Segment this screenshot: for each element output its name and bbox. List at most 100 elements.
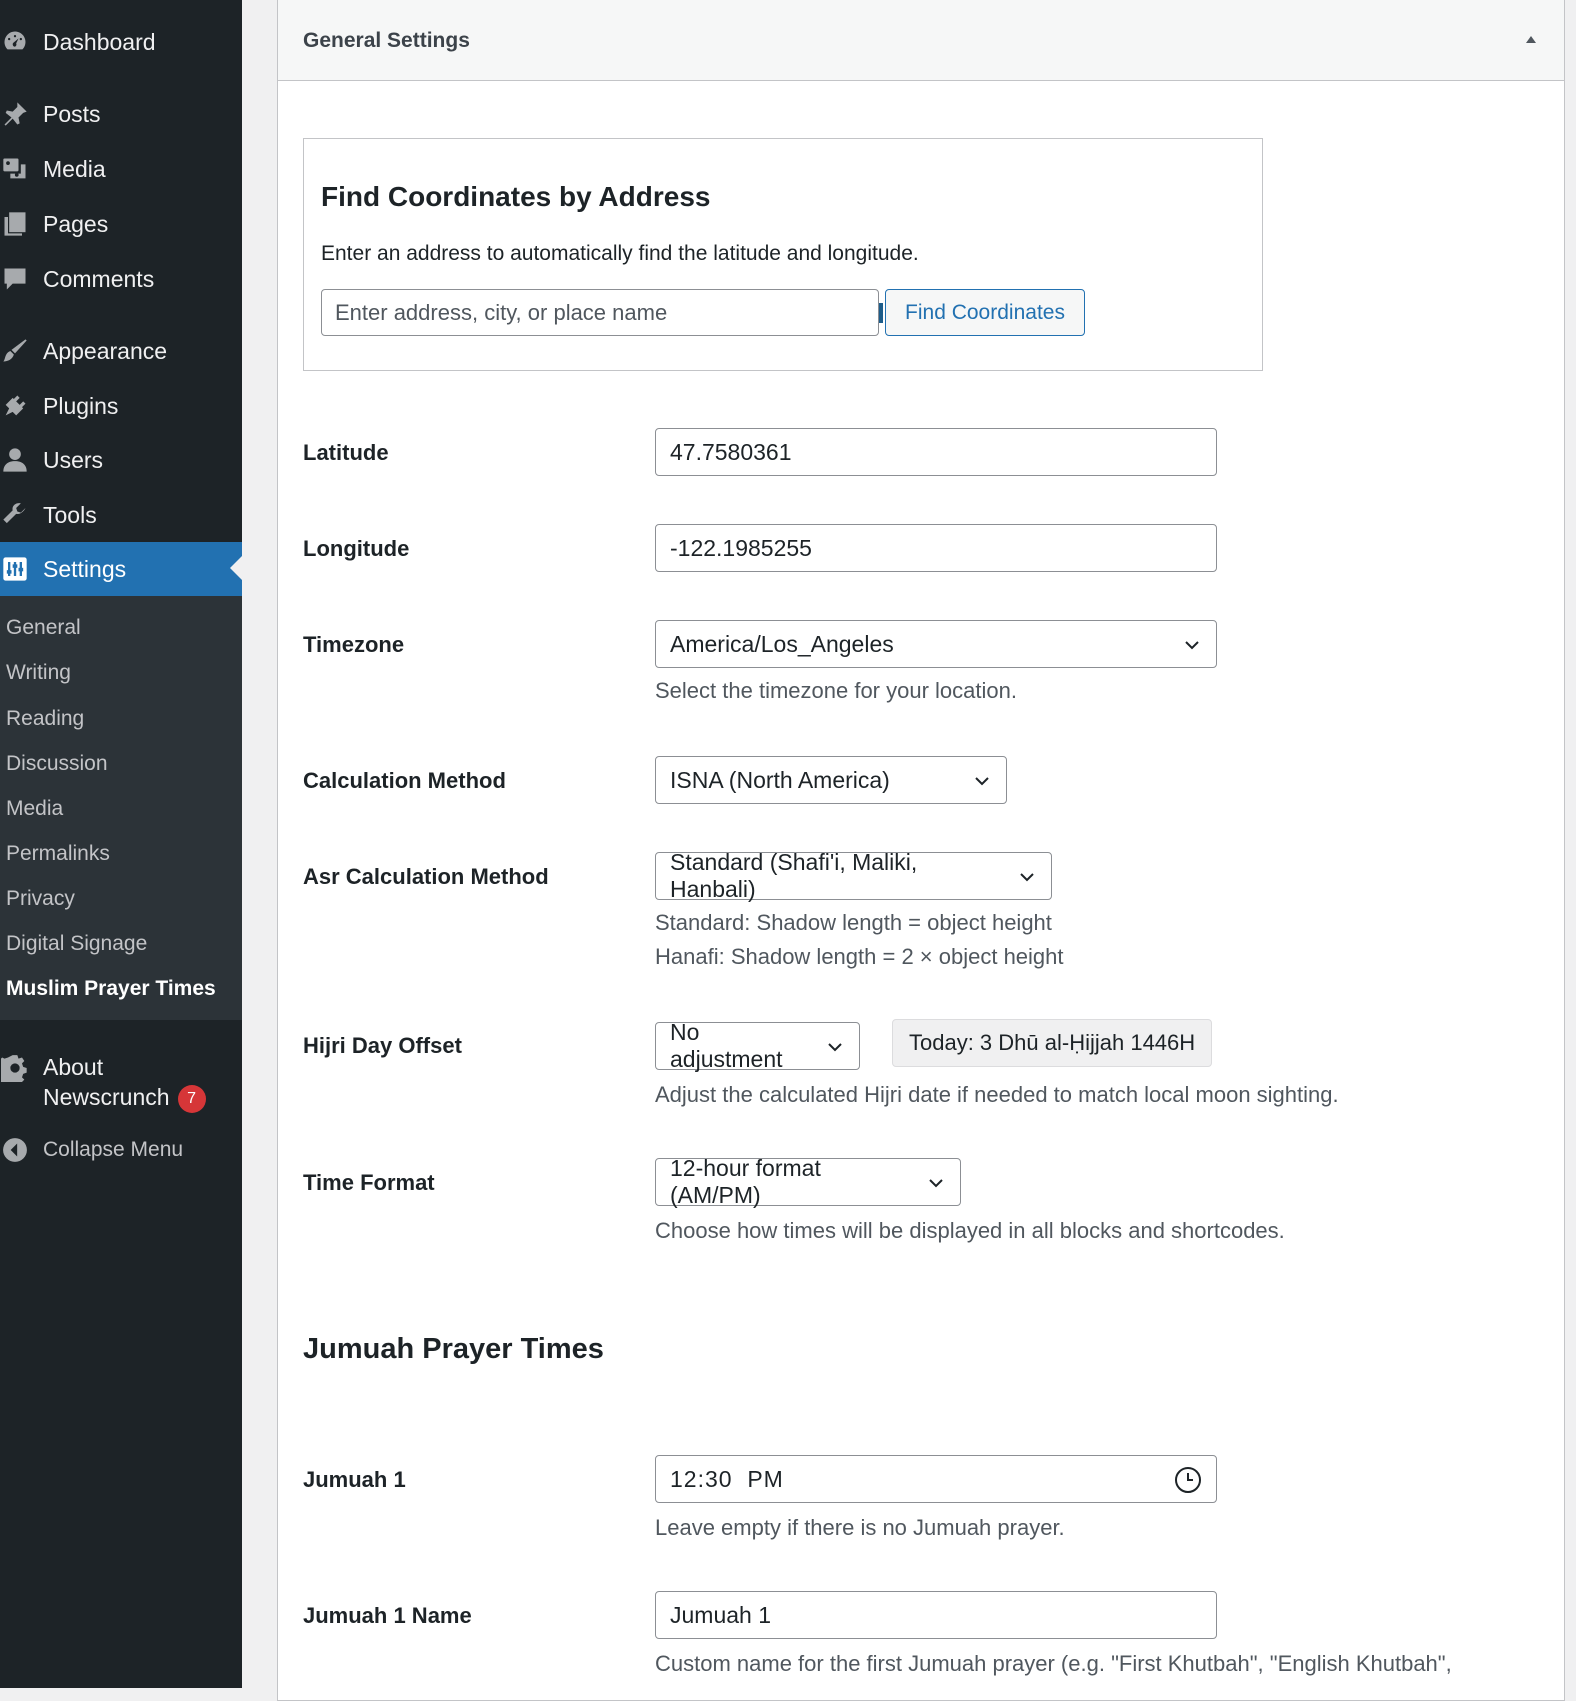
collapse-arrow-icon: [0, 1135, 30, 1165]
menu-appearance[interactable]: Appearance: [0, 325, 242, 377]
time-format-description: Choose how times will be displayed in al…: [655, 1218, 1285, 1243]
jumuah-section-heading: Jumuah Prayer Times: [303, 1333, 604, 1365]
jumuah-1-name-description: Custom name for the first Jumuah prayer …: [655, 1651, 1452, 1676]
collapse-label: Collapse Menu: [43, 1138, 184, 1161]
jumuah-1-time-input[interactable]: 12:30 PM: [655, 1455, 1217, 1503]
asr-description-standard: Standard: Shadow length = object height: [655, 910, 1052, 935]
hijri-offset-description: Adjust the calculated Hijri date if need…: [655, 1082, 1339, 1107]
calculation-method-value: ISNA (North America): [670, 766, 890, 793]
menu-plugins[interactable]: Plugins: [0, 380, 242, 432]
address-input[interactable]: [321, 289, 879, 336]
chevron-down-icon: [828, 1043, 842, 1052]
chevron-down-icon: [1020, 873, 1034, 882]
calculation-method-select[interactable]: ISNA (North America): [655, 756, 1007, 804]
menu-pages[interactable]: Pages: [0, 198, 242, 250]
find-coordinates-box: Find Coordinates by Address Enter an add…: [303, 138, 1263, 371]
menu-users[interactable]: Users: [0, 434, 242, 486]
menu-posts[interactable]: Posts: [0, 88, 242, 140]
longitude-input[interactable]: -122.1985255: [655, 524, 1217, 572]
menu-tools[interactable]: Tools: [0, 489, 242, 541]
update-count-badge: 7: [177, 1084, 206, 1113]
asr-method-label: Asr Calculation Method: [303, 864, 549, 889]
menu-label: Appearance: [43, 337, 168, 364]
find-coordinates-button[interactable]: Find Coordinates: [885, 289, 1085, 336]
jumuah-1-name-input[interactable]: Jumuah 1: [655, 1591, 1217, 1639]
find-coordinates-title: Find Coordinates by Address: [321, 181, 711, 212]
current-menu-arrow: [230, 556, 242, 580]
longitude-label: Longitude: [303, 536, 410, 561]
menu-label: Dashboard: [43, 28, 156, 55]
admin-sidebar: Dashboard Posts Media Pages Comments App…: [0, 0, 242, 1688]
submenu-reading[interactable]: Reading: [6, 707, 84, 731]
general-settings-panel: General Settings Find Coordinates by Add…: [277, 0, 1565, 1701]
comment-icon: [0, 264, 30, 294]
menu-comments[interactable]: Comments: [0, 253, 242, 305]
latitude-value: 47.7580361: [670, 438, 792, 465]
menu-label: Settings: [43, 555, 127, 582]
menu-label: Users: [43, 446, 104, 473]
menu-settings[interactable]: Settings: [0, 542, 242, 596]
dashboard-icon: [0, 27, 30, 57]
chevron-down-icon: [1185, 641, 1199, 650]
clock-icon[interactable]: [1174, 1466, 1202, 1494]
about-line1: About: [43, 1054, 104, 1080]
about-line2: Newscrunch: [43, 1084, 170, 1110]
menu-label: Comments: [43, 265, 155, 292]
time-format-select[interactable]: 12-hour format (AM/PM): [655, 1155, 961, 1208]
submenu-permalinks[interactable]: Permalinks: [6, 842, 110, 866]
jumuah-1-name-value: Jumuah 1: [670, 1601, 772, 1628]
find-coordinates-description: Enter an address to automatically find t…: [321, 242, 919, 265]
menu-dashboard[interactable]: Dashboard: [0, 16, 242, 68]
plugin-icon: [0, 391, 30, 421]
latitude-input[interactable]: 47.7580361: [655, 428, 1217, 476]
jumuah-1-description: Leave empty if there is no Jumuah prayer…: [655, 1515, 1065, 1540]
asr-method-select[interactable]: Standard (Shafi'i, Maliki, Hanbali): [655, 849, 1052, 902]
jumuah-1-name-label: Jumuah 1 Name: [303, 1603, 472, 1628]
chevron-down-icon: [929, 1179, 943, 1188]
submenu-writing[interactable]: Writing: [6, 661, 71, 685]
timezone-description: Select the timezone for your location.: [655, 678, 1017, 703]
menu-media[interactable]: Media: [0, 143, 242, 195]
asr-method-value: Standard (Shafi'i, Maliki, Hanbali): [670, 849, 918, 902]
menu-label: Pages: [43, 210, 109, 237]
panel-title: General Settings: [303, 29, 470, 52]
panel-header[interactable]: General Settings: [278, 0, 1564, 81]
hijri-today-display: Today: 3 Dhū al-Ḥijjah 1446H: [892, 1019, 1213, 1067]
settings-submenu: General Writing Reading Discussion Media…: [0, 596, 242, 1020]
jumuah-1-time-value: 12:30 PM: [670, 1465, 784, 1492]
panel-toggle-arrow-icon[interactable]: [1526, 36, 1536, 43]
time-format-label: Time Format: [303, 1170, 435, 1195]
paintbrush-icon: [0, 336, 30, 366]
asr-description-hanafi: Hanafi: Shadow length = 2 × object heigh…: [655, 944, 1064, 969]
collapse-menu-button[interactable]: Collapse Menu: [0, 1124, 242, 1176]
pushpin-icon: [0, 99, 30, 129]
hijri-offset-label: Hijri Day Offset: [303, 1033, 462, 1058]
longitude-value: -122.1985255: [670, 534, 812, 561]
hijri-offset-value: No adjustment: [670, 1019, 783, 1072]
submenu-muslim-prayer-times[interactable]: Muslim Prayer Times: [6, 977, 216, 1001]
menu-label: Plugins: [43, 392, 119, 419]
time-format-value: 12-hour format (AM/PM): [670, 1155, 821, 1208]
settings-icon: [0, 554, 30, 584]
calculation-method-label: Calculation Method: [303, 768, 506, 793]
submenu-media[interactable]: Media: [6, 797, 63, 821]
submenu-discussion[interactable]: Discussion: [6, 752, 108, 776]
timezone-label: Timezone: [303, 632, 405, 657]
timezone-select[interactable]: America/Los_Angeles: [655, 620, 1217, 668]
media-icon: [0, 154, 30, 184]
submenu-privacy[interactable]: Privacy: [6, 887, 75, 911]
submenu-digital-signage[interactable]: Digital Signage: [6, 932, 147, 956]
menu-label: Posts: [43, 100, 101, 127]
gear-icon: [0, 1053, 30, 1083]
chevron-down-icon: [975, 777, 989, 786]
user-icon: [0, 445, 30, 475]
hijri-offset-select[interactable]: No adjustment: [655, 1019, 860, 1072]
jumuah-1-label: Jumuah 1: [303, 1467, 406, 1492]
pages-icon: [0, 209, 30, 239]
wrench-icon: [0, 500, 30, 530]
submenu-general[interactable]: General: [6, 616, 81, 640]
latitude-label: Latitude: [303, 440, 389, 465]
timezone-value: America/Los_Angeles: [670, 630, 894, 657]
menu-label: Media: [43, 155, 106, 182]
menu-label: Tools: [43, 501, 97, 528]
